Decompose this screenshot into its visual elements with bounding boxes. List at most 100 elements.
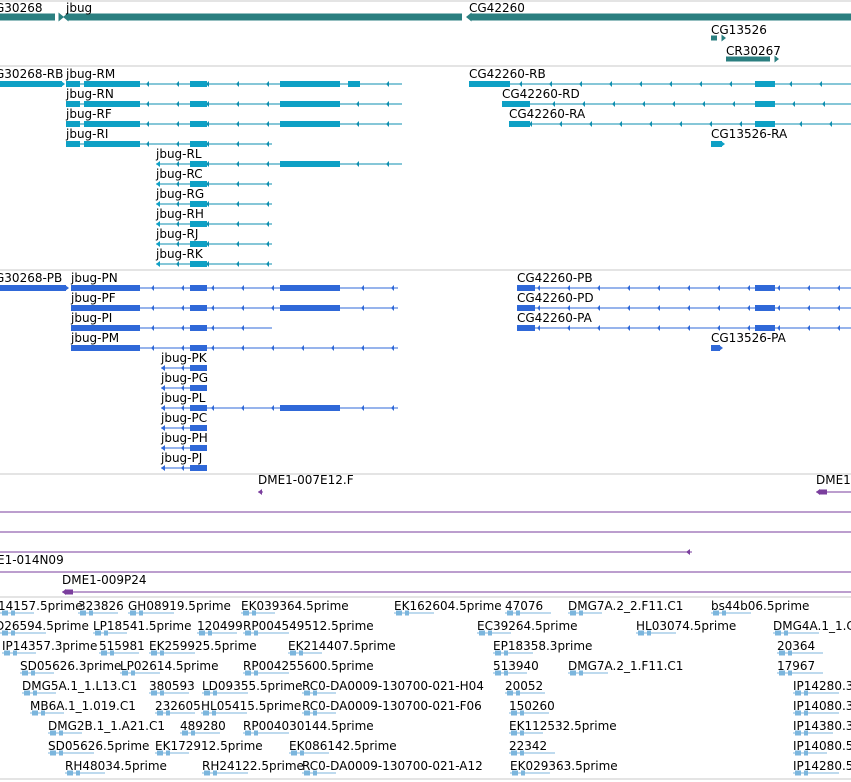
est-label[interactable]: 47076 <box>505 599 543 613</box>
transcript-feature[interactable]: CG42260-RA <box>509 107 851 127</box>
transcript-feature[interactable]: CG42260-PA <box>517 311 851 331</box>
transcript-label[interactable]: jbug-PF <box>70 291 116 305</box>
est-label[interactable]: IP14357.3prime <box>2 639 97 653</box>
est-feature[interactable]: EK112532.5prime <box>509 719 617 736</box>
transcript-label[interactable]: jbug-PJ <box>160 451 202 465</box>
est-feature[interactable]: 323826 <box>78 599 124 616</box>
est-label[interactable]: DMG7A.2_1.F11.C1 <box>568 659 683 673</box>
transcript-label[interactable]: G30268-PB <box>0 271 62 285</box>
est-label[interactable]: RC0-DA0009-130700-021-F06 <box>302 699 482 713</box>
est-feature[interactable]: DMG7A.2_1.F11.C1 <box>568 659 683 676</box>
est-feature[interactable]: EK172912.5prime <box>155 739 263 756</box>
transcript-feature[interactable]: jbug-PF <box>70 291 398 311</box>
transcript-label[interactable]: jbug-RF <box>65 107 112 121</box>
est-feature[interactable]: RH48034.5prime <box>65 759 167 776</box>
est-feature[interactable]: IP14280.3 <box>793 679 851 696</box>
transcript-feature[interactable]: jbug-RC <box>155 167 272 187</box>
transcript-label[interactable]: CG13526-PA <box>711 331 787 345</box>
est-label[interactable]: EK029363.5prime <box>510 759 618 773</box>
est-feature[interactable]: EK162604.5prime <box>394 599 502 616</box>
est-label[interactable]: bs44b06.5prime <box>711 599 809 613</box>
transcript-label[interactable]: jbug-RL <box>155 147 202 161</box>
est-feature[interactable]: GH08919.5prime <box>128 599 231 616</box>
est-feature[interactable]: IP14080.5 <box>793 739 851 756</box>
est-feature[interactable]: IP14380.3 <box>793 719 851 736</box>
est-feature[interactable]: DMG5A.1_1.L13.C1 <box>22 679 137 696</box>
cdna-label[interactable]: DME1 <box>816 473 851 487</box>
est-label[interactable]: SD05626.3prime <box>20 659 121 673</box>
transcript-feature[interactable]: jbug-RI <box>65 127 272 147</box>
est-feature[interactable]: LP18541.5prime <box>93 619 192 636</box>
cdna-feature[interactable]: DME1-009P24 <box>62 573 851 595</box>
est-label[interactable]: EK112532.5prime <box>509 719 617 733</box>
est-label[interactable]: HL05415.5prime <box>201 699 301 713</box>
est-label[interactable]: RC0-DA0009-130700-021-A12 <box>302 759 483 773</box>
gene-label[interactable]: CG42260 <box>469 1 525 15</box>
est-label[interactable]: IP14280.3 <box>793 679 851 693</box>
est-label[interactable]: 150260 <box>509 699 555 713</box>
est-feature[interactable]: 489280 <box>180 719 226 736</box>
est-label[interactable]: EK039364.5prime <box>241 599 349 613</box>
transcript-feature[interactable]: CG13526-PA <box>711 331 787 351</box>
est-feature[interactable]: 513940 <box>493 659 539 676</box>
est-feature[interactable]: 17967 <box>777 659 823 676</box>
transcript-feature[interactable]: jbug-RL <box>155 147 402 167</box>
est-feature[interactable]: 232605 <box>155 699 201 716</box>
est-label[interactable]: 14157.5prime <box>0 599 83 613</box>
gene-feature[interactable]: CG13526 <box>711 23 767 42</box>
est-label[interactable]: IP14080.3 <box>793 699 851 713</box>
transcript-label[interactable]: jbug-RJ <box>155 227 198 241</box>
transcript-feature[interactable]: CG42260-PB <box>517 271 851 291</box>
est-feature[interactable]: EK259925.5prime <box>149 639 257 656</box>
transcript-feature[interactable]: jbug-RF <box>65 107 402 127</box>
transcript-label[interactable]: CG42260-RA <box>509 107 586 121</box>
est-label[interactable]: IP14380.3 <box>793 719 851 733</box>
transcript-feature[interactable]: jbug-PJ <box>160 451 207 471</box>
transcript-feature[interactable]: jbug-PK <box>160 351 208 371</box>
transcript-feature[interactable]: jbug-PH <box>160 431 208 451</box>
gene-feature[interactable]: G30268 <box>0 1 64 22</box>
est-feature[interactable]: 120499 <box>197 619 243 636</box>
gene-feature[interactable]: CR30267 <box>726 44 781 63</box>
transcript-label[interactable]: CG42260-PD <box>517 291 594 305</box>
est-feature[interactable]: D26594.5prime <box>0 619 89 636</box>
transcript-label[interactable]: jbug-RM <box>65 67 115 81</box>
transcript-feature[interactable]: jbug-PC <box>160 411 207 431</box>
est-feature[interactable]: RP004030144.5prime <box>243 719 374 736</box>
est-feature[interactable]: RC0-DA0009-130700-021-F06 <box>302 699 482 716</box>
est-feature[interactable]: EK029363.5prime <box>510 759 618 776</box>
est-label[interactable]: 22342 <box>509 739 547 753</box>
transcript-label[interactable]: jbug-RK <box>155 247 204 261</box>
est-label[interactable]: GH08919.5prime <box>128 599 231 613</box>
est-feature[interactable]: SD05626.5prime <box>48 739 149 756</box>
est-feature[interactable]: 150260 <box>509 699 555 716</box>
transcript-feature[interactable]: jbug-RH <box>155 207 272 227</box>
transcript-feature[interactable]: G30268-PB <box>0 271 69 291</box>
transcript-label[interactable]: CG42260-PA <box>517 311 593 325</box>
est-label[interactable]: RP004030144.5prime <box>243 719 374 733</box>
est-feature[interactable]: 47076 <box>505 599 551 616</box>
transcript-label[interactable]: jbug-PC <box>160 411 207 425</box>
gene-label[interactable]: CR30267 <box>726 44 781 58</box>
est-feature[interactable]: MB6A.1_1.019.C1 <box>30 699 136 716</box>
est-label[interactable]: D26594.5prime <box>0 619 89 633</box>
transcript-feature[interactable]: CG13526-RA <box>711 127 788 147</box>
gene-feature[interactable]: CG42260 <box>466 1 851 22</box>
cdna-feature[interactable]: DME1-007E12.F <box>258 473 354 495</box>
gene-label[interactable]: G30268 <box>0 1 42 15</box>
transcript-feature[interactable]: CG42260-PD <box>517 291 851 311</box>
transcript-label[interactable]: jbug-PN <box>70 271 118 285</box>
transcript-label[interactable]: jbug-PM <box>70 331 119 345</box>
cdna-label[interactable]: DME1-007E12.F <box>258 473 354 487</box>
transcript-label[interactable]: jbug-PH <box>160 431 208 445</box>
est-feature[interactable]: EC39264.5prime <box>477 619 578 636</box>
est-feature[interactable]: SD05626.3prime <box>20 659 121 676</box>
est-feature[interactable]: RP004255600.5prime <box>243 659 374 676</box>
est-label[interactable]: HL03074.5prime <box>636 619 736 633</box>
est-feature[interactable]: 515981 <box>99 639 145 656</box>
gene-label[interactable]: jbug <box>65 1 92 15</box>
est-label[interactable]: 513940 <box>493 659 539 673</box>
est-label[interactable]: SD05626.5prime <box>48 739 149 753</box>
est-label[interactable]: EC39264.5prime <box>477 619 578 633</box>
est-feature[interactable]: DMG2B.1_1.A21.C1 <box>48 719 165 736</box>
